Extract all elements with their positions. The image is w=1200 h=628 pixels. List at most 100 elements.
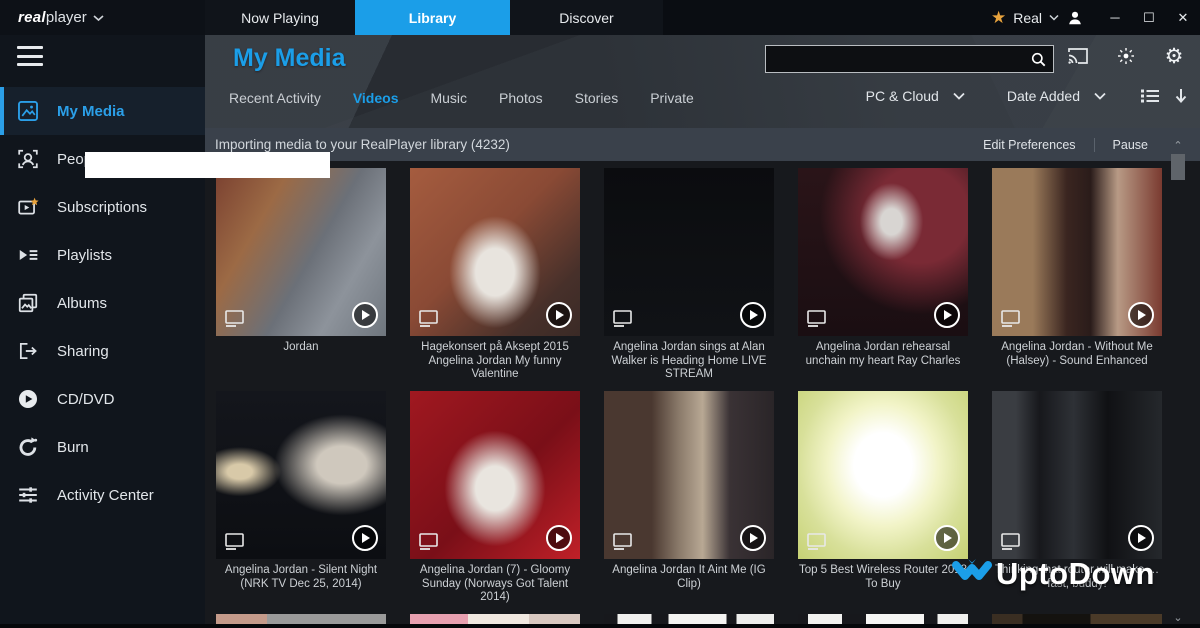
settings-gear-icon[interactable]: ⚙ [1162, 44, 1186, 68]
media-tab-recent-activity[interactable]: Recent Activity [229, 90, 321, 106]
video-title: Angelina Jordan rehearsal unchain my hea… [798, 341, 968, 383]
sidebar-item-label: Subscriptions [57, 199, 147, 216]
chevron-down-icon[interactable] [1094, 92, 1106, 100]
import-message: Importing media to your RealPlayer libra… [215, 137, 965, 152]
sidebar-item-label: Activity Center [57, 487, 154, 504]
video-thumbnail[interactable] [604, 391, 774, 559]
play-button[interactable] [934, 302, 960, 328]
play-button[interactable] [934, 525, 960, 551]
video-card: Jordan [216, 168, 386, 383]
page-title: My Media [233, 44, 346, 73]
sidebar-item-activity-center[interactable]: Activity Center [0, 471, 205, 519]
scrollbar-thumb[interactable] [1171, 154, 1185, 180]
tab-library[interactable]: Library [355, 0, 510, 35]
video-card: Hagekonsert på Aksept 2015 Angelina Jord… [410, 168, 580, 383]
app-logo[interactable]: realplayer [0, 0, 205, 35]
scroll-down-icon[interactable]: ⌄ [1169, 610, 1187, 624]
video-title: Angelina Jordan - Silent Night (NRK TV D… [216, 564, 386, 606]
brightness-icon[interactable] [1114, 44, 1138, 68]
sidebar-item-playlists[interactable]: Playlists [0, 231, 205, 279]
screen-icon [806, 532, 828, 551]
list-view-icon[interactable] [1140, 88, 1160, 104]
video-title: Angelina Jordan (7) - Gloomy Sunday (Nor… [410, 564, 580, 606]
titlebar-spacer [663, 0, 991, 35]
play-button[interactable] [546, 302, 572, 328]
video-thumbnail[interactable] [410, 168, 580, 336]
video-thumbnail[interactable] [798, 168, 968, 336]
screen-icon [806, 309, 828, 328]
video-thumbnail[interactable] [798, 391, 968, 559]
screen-icon [612, 309, 634, 328]
import-status-bar: Importing media to your RealPlayer libra… [205, 128, 1200, 161]
pause-button[interactable]: Pause [1095, 138, 1166, 152]
sidebar-item-cd-dvd[interactable]: CD/DVD [0, 375, 205, 423]
sidebar-item-burn[interactable]: Burn [0, 423, 205, 471]
scroll-up-icon[interactable]: ⌃ [1169, 138, 1187, 152]
play-button[interactable] [1128, 525, 1154, 551]
screen-icon [1000, 309, 1022, 328]
chevron-down-icon [1049, 14, 1059, 21]
video-grid: Jordan Hagekonsert på Aksept 2015 Angelin… [216, 168, 1162, 628]
sidebar-item-sharing[interactable]: Sharing [0, 327, 205, 375]
sort-direction-icon[interactable] [1174, 88, 1188, 104]
close-button[interactable]: ✕ [1166, 0, 1200, 35]
video-thumbnail[interactable] [992, 391, 1162, 559]
cast-icon[interactable] [1066, 44, 1090, 68]
account-menu[interactable]: ★ Real [991, 0, 1098, 35]
sidebar-item-label: Albums [57, 295, 107, 312]
video-title: Jordan [216, 341, 386, 383]
video-card: Thinking that router will make … fast, b… [992, 391, 1162, 606]
video-thumbnail[interactable] [216, 168, 386, 336]
chevron-down-icon[interactable] [953, 92, 965, 100]
edit-preferences-link[interactable]: Edit Preferences [965, 138, 1093, 152]
redaction-box [85, 152, 330, 178]
play-button[interactable] [546, 525, 572, 551]
screen-icon [418, 532, 440, 551]
video-thumbnail[interactable] [410, 391, 580, 559]
play-button[interactable] [740, 302, 766, 328]
video-card: Angelina Jordan - Without Me (Halsey) - … [992, 168, 1162, 383]
play-button[interactable] [740, 525, 766, 551]
burn-icon [17, 436, 39, 458]
play-button[interactable] [1128, 302, 1154, 328]
sidebar-item-subscriptions[interactable]: Subscriptions [0, 183, 205, 231]
minimize-button[interactable]: ─ [1098, 0, 1132, 35]
video-title: Top 5 Best Wireless Router 2018 To Buy [798, 564, 968, 606]
sidebar-item-my-media[interactable]: My Media [0, 87, 205, 135]
media-tab-photos[interactable]: Photos [499, 90, 543, 106]
video-thumbnail[interactable] [992, 168, 1162, 336]
screen-icon [418, 309, 440, 328]
video-thumbnail[interactable] [604, 168, 774, 336]
playlists-icon [17, 244, 39, 266]
my-media-icon [17, 100, 39, 122]
account-label: Real [1013, 10, 1042, 26]
screen-icon [1000, 532, 1022, 551]
video-title: Angelina Jordan It Aint Me (IG Clip) [604, 564, 774, 606]
media-tab-private[interactable]: Private [650, 90, 694, 106]
search-icon[interactable] [1023, 46, 1053, 72]
sidebar-item-albums[interactable]: Albums [0, 279, 205, 327]
video-library-content: Jordan Hagekonsert på Aksept 2015 Angelin… [205, 161, 1200, 628]
play-button[interactable] [352, 302, 378, 328]
search-input[interactable] [766, 52, 1023, 67]
tab-discover[interactable]: Discover [510, 0, 663, 35]
media-tabs: Recent Activity Videos Music Photos Stories P… [229, 90, 694, 106]
media-tab-stories[interactable]: Stories [575, 90, 619, 106]
albums-icon [17, 292, 39, 314]
logo-text-real: real [18, 9, 46, 26]
media-tab-videos[interactable]: Videos [353, 90, 399, 106]
people-icon [17, 148, 39, 170]
screen-icon [224, 532, 246, 551]
source-filter[interactable]: PC & Cloud [866, 88, 939, 104]
play-button[interactable] [352, 525, 378, 551]
sidebar-item-label: My Media [57, 103, 125, 120]
hamburger-menu-icon[interactable] [17, 46, 43, 66]
scrollbar: ⌃ ⌄ [1169, 138, 1187, 624]
window-controls: ─ ☐ ✕ [1098, 0, 1200, 35]
maximize-button[interactable]: ☐ [1132, 0, 1166, 35]
media-tab-music[interactable]: Music [430, 90, 467, 106]
tab-now-playing[interactable]: Now Playing [205, 0, 355, 35]
library-header: My Media ⚙ Recent Activity Videos Music Pho… [205, 35, 1200, 128]
sort-filter[interactable]: Date Added [1007, 88, 1080, 104]
video-thumbnail[interactable] [216, 391, 386, 559]
